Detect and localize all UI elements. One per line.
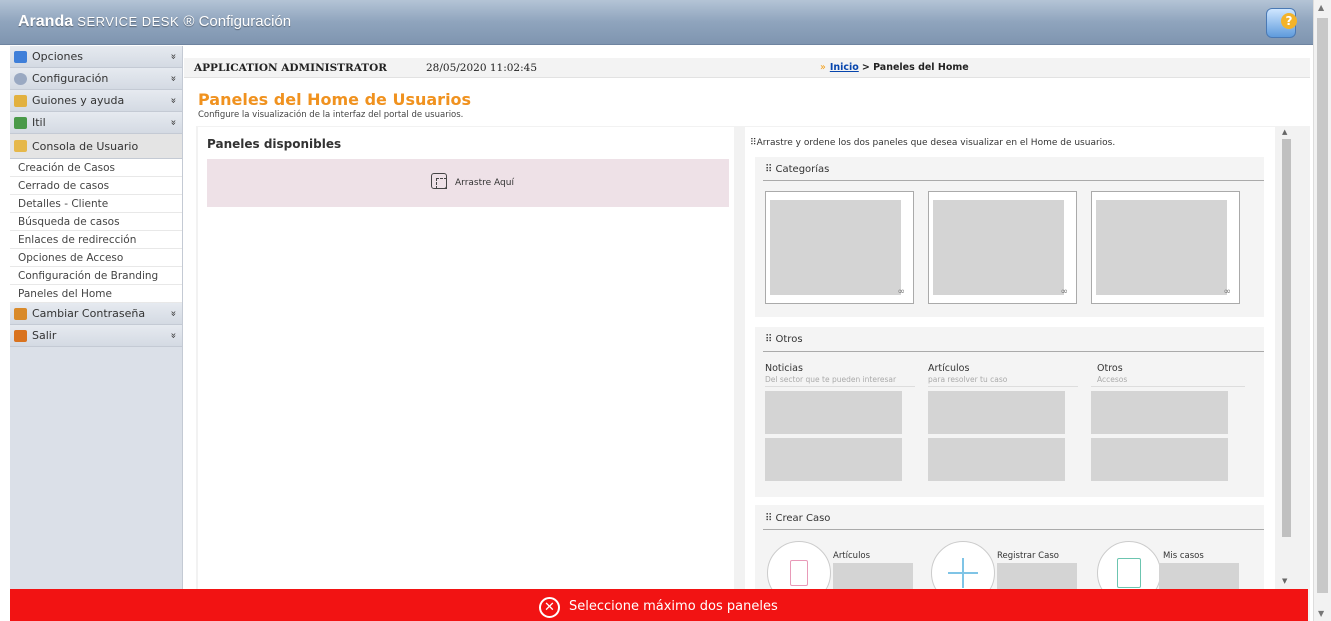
link-icon: ∞: [1060, 287, 1069, 297]
chevron-down-icon[interactable]: »: [167, 332, 178, 338]
drop-zone[interactable]: Arrastre Aquí: [207, 159, 729, 207]
page-title: Paneles del Home de Usuarios: [198, 90, 472, 109]
submenu-item[interactable]: Creación de Casos: [10, 159, 182, 177]
brand-logo: Aranda SERVICE DESK ® Configuración: [18, 13, 292, 30]
placeholder-box: [765, 438, 902, 481]
scroll-thumb[interactable]: [1317, 18, 1328, 593]
datetime: 28/05/2020 11:02:45: [426, 62, 538, 74]
sidebar-item-consola[interactable]: Consola de Usuario: [10, 134, 182, 159]
section-divider: [763, 351, 1264, 352]
script-icon: [14, 94, 27, 107]
column-head: Otros: [1097, 363, 1123, 374]
column-head: Noticias: [765, 363, 803, 374]
section-title: ⠿ Categorías: [765, 164, 830, 175]
breadcrumb: » Inicio > Paneles del Home: [820, 62, 969, 73]
column-sub: para resolver tu caso: [928, 375, 1008, 384]
column-head: Artículos: [928, 363, 970, 374]
drag-drop-icon: [431, 173, 447, 189]
sidebar-item-configuracion[interactable]: Configuración »: [10, 68, 182, 90]
category-image: [770, 200, 901, 295]
drag-handle-icon[interactable]: ⠿: [765, 334, 772, 345]
sidebar-item-salir[interactable]: Salir »: [10, 325, 182, 347]
section-title: ⠿ Crear Caso: [765, 513, 831, 524]
category-card[interactable]: ∞: [1091, 191, 1240, 304]
title-bar: Aranda SERVICE DESK ® Configuración ?: [0, 0, 1331, 45]
chevron-down-icon[interactable]: »: [167, 97, 178, 103]
drag-handle-icon[interactable]: ⠿: [765, 513, 772, 524]
placeholder-box: [1091, 438, 1228, 481]
help-icon[interactable]: ?: [1266, 8, 1297, 38]
scroll-thumb[interactable]: [1282, 139, 1291, 537]
available-panels-title: Paneles disponibles: [207, 137, 342, 151]
placeholder-box: [928, 438, 1065, 481]
info-bar: APPLICATION ADMINISTRATOR 28/05/2020 11:…: [184, 58, 1310, 78]
category-image: [1096, 200, 1227, 295]
section-divider: [763, 180, 1264, 181]
placeholder-box: [765, 391, 902, 434]
chart-icon: [14, 116, 27, 129]
column-divider: [765, 386, 915, 387]
category-card[interactable]: ∞: [928, 191, 1077, 304]
submenu-item[interactable]: Configuración de Branding: [10, 267, 182, 285]
home-preview-panel: ⠿Arrastre y ordene los dos paneles que d…: [745, 127, 1275, 621]
main-content: APPLICATION ADMINISTRATOR 28/05/2020 11:…: [184, 46, 1310, 621]
crear-item-label: Mis casos: [1163, 551, 1204, 561]
column-divider: [928, 386, 1078, 387]
panel-icon: [14, 50, 27, 63]
close-circle-icon[interactable]: ✕: [539, 597, 560, 618]
section-title: ⠿ Otros: [765, 334, 803, 345]
submenu-item[interactable]: Cerrado de casos: [10, 177, 182, 195]
page-subtitle: Configure la visualización de la interfa…: [198, 110, 464, 120]
sidebar-item-cambiar-contrasena[interactable]: Cambiar Contraseña »: [10, 303, 182, 325]
placeholder-box: [1091, 391, 1228, 434]
chevron-down-icon[interactable]: »: [167, 310, 178, 316]
category-image: [933, 200, 1064, 295]
error-notification[interactable]: ✕ Seleccione máximo dos paneles: [10, 589, 1308, 621]
preview-hint: ⠿Arrastre y ordene los dos paneles que d…: [750, 138, 1116, 148]
key-user-icon: [14, 307, 27, 320]
folder-icon: [14, 140, 27, 152]
column-sub: Del sector que te pueden interesar: [765, 375, 897, 384]
preview-scrollbar[interactable]: ▲ ▼: [1278, 127, 1294, 587]
drop-zone-label: Arrastre Aquí: [455, 178, 514, 188]
crear-item-label: Artículos: [833, 551, 871, 561]
scroll-down-icon[interactable]: ▼: [1318, 609, 1324, 618]
scroll-down-icon[interactable]: ▼: [1282, 577, 1287, 585]
submenu-item[interactable]: Enlaces de redirección: [10, 231, 182, 249]
column-sub: Accesos: [1097, 375, 1128, 384]
category-card[interactable]: ∞: [765, 191, 914, 304]
error-message: Seleccione máximo dos paneles: [569, 599, 778, 614]
submenu-item[interactable]: Búsqueda de casos: [10, 213, 182, 231]
drag-handle-icon[interactable]: ⠿: [765, 164, 772, 175]
chevron-down-icon[interactable]: »: [167, 75, 178, 81]
exit-user-icon: [14, 329, 27, 342]
link-icon: ∞: [897, 287, 906, 297]
scroll-up-icon[interactable]: ▲: [1282, 128, 1287, 136]
placeholder-box: [928, 391, 1065, 434]
sidebar-item-itil[interactable]: Itil »: [10, 112, 182, 134]
crear-item-label: Registrar Caso: [997, 551, 1059, 561]
gear-icon: [14, 72, 27, 85]
sidebar-item-guiones[interactable]: Guiones y ayuda »: [10, 90, 182, 112]
section-divider: [763, 529, 1264, 530]
sidebar-item-opciones[interactable]: Opciones »: [10, 46, 182, 68]
page-scrollbar[interactable]: ▲ ▼: [1313, 0, 1331, 621]
sidebar: Opciones » Configuración » Guiones y ayu…: [10, 46, 183, 621]
chevron-down-icon[interactable]: »: [167, 53, 178, 59]
consola-submenu: Creación de Casos Cerrado de casos Detal…: [10, 159, 182, 303]
available-panels: Paneles disponibles Arrastre Aquí: [198, 127, 734, 621]
submenu-item[interactable]: Detalles - Cliente: [10, 195, 182, 213]
column-divider: [1091, 386, 1245, 387]
chevron-down-icon[interactable]: »: [167, 119, 178, 125]
submenu-item-active[interactable]: Paneles del Home: [10, 285, 182, 303]
scroll-up-icon[interactable]: ▲: [1318, 3, 1324, 12]
submenu-item[interactable]: Opciones de Acceso: [10, 249, 182, 267]
link-icon: ∞: [1223, 287, 1232, 297]
breadcrumb-home-link[interactable]: Inicio: [830, 62, 859, 73]
user-name: APPLICATION ADMINISTRATOR: [194, 62, 387, 74]
